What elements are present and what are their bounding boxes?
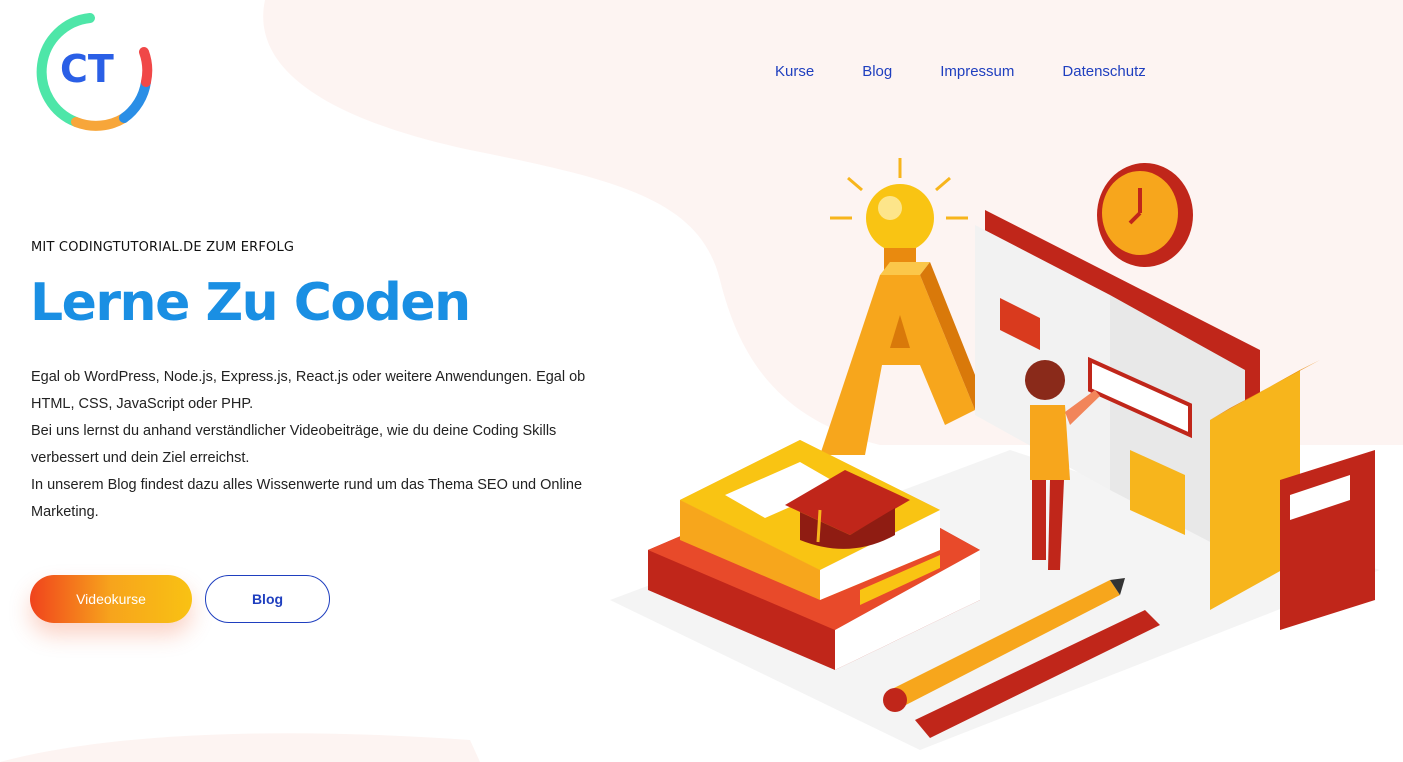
intro-paragraph: In unserem Blog findest dazu alles Wisse… — [31, 477, 583, 520]
nav-item-datenschutz[interactable]: Datenschutz — [1062, 62, 1145, 82]
isometric-learning-illustration — [610, 158, 1380, 750]
intro-paragraph: Bei uns lernst du anhand verständlicher … — [31, 423, 557, 466]
nav-item-impressum[interactable]: Impressum — [940, 62, 1014, 82]
clock-icon — [1097, 163, 1193, 267]
intro-paragraph: Egal ob WordPress, Node.js, Express.js, … — [31, 369, 586, 412]
main-nav: Kurse Blog Impressum Datenschutz — [775, 62, 1194, 82]
hero-intro: Egal ob WordPress, Node.js, Express.js, … — [31, 364, 591, 526]
lightbulb-icon — [830, 158, 968, 272]
svg-text:CT: CT — [60, 47, 114, 91]
site-logo[interactable]: CT — [28, 10, 154, 132]
videokurse-button[interactable]: Videokurse — [30, 575, 192, 623]
hero-kicker: MIT CODINGTUTORIAL.DE ZUM ERFOLG — [31, 240, 295, 255]
ct-logo-icon: CT — [36, 13, 153, 131]
hero-title: Lerne Zu Coden — [30, 273, 471, 333]
blog-button[interactable]: Blog — [205, 575, 330, 623]
letter-a-block — [820, 262, 985, 455]
nav-item-blog[interactable]: Blog — [862, 62, 892, 82]
nav-item-kurse[interactable]: Kurse — [775, 62, 814, 82]
